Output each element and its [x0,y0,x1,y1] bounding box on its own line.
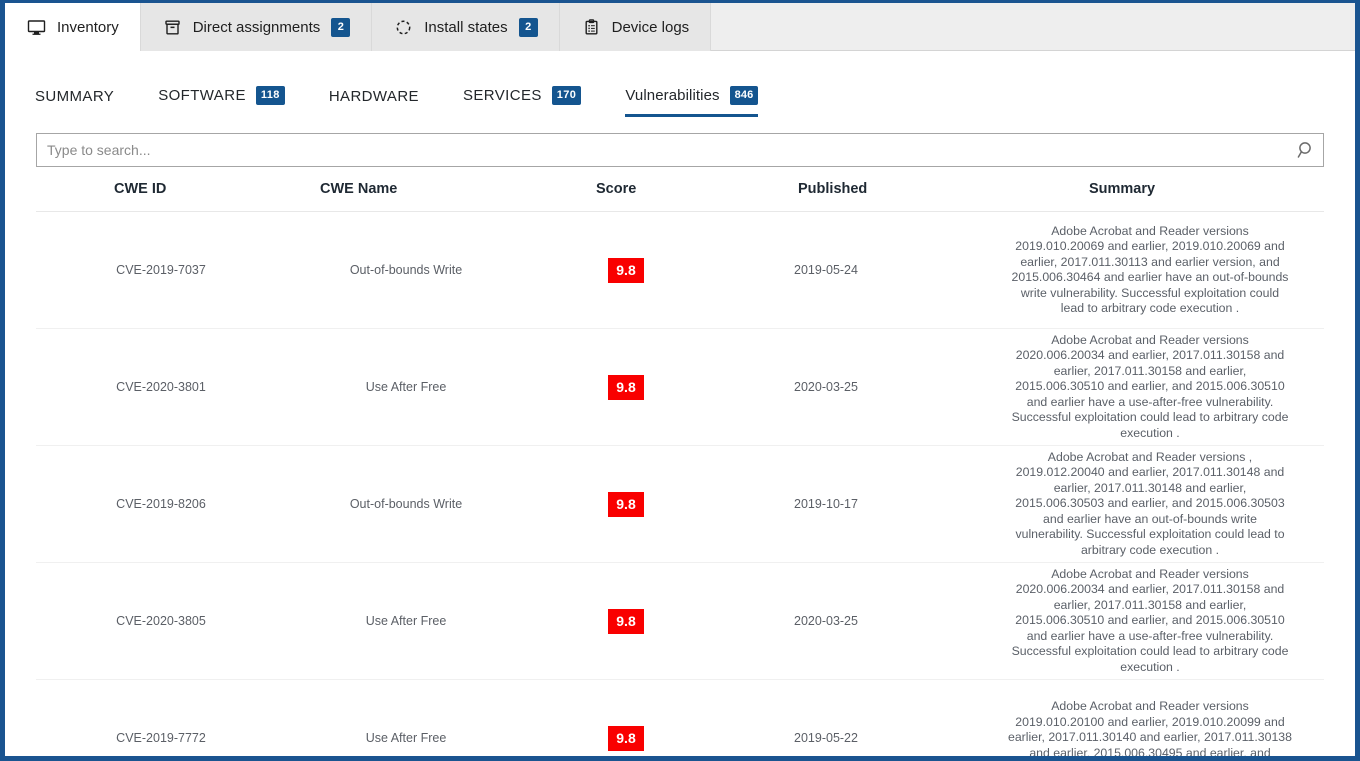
subtab-services[interactable]: SERVICES 170 [463,86,581,117]
subtab-hardware[interactable]: HARDWARE [329,88,419,117]
subtab-summary[interactable]: SUMMARY [35,88,114,117]
tab-install-states-label: Install states [424,19,507,36]
search-icon[interactable] [1289,134,1323,166]
app-window: Inventory Direct assignments 2 Install s… [0,0,1360,761]
score-badge: 9.8 [608,609,643,634]
cell-published: 2019-05-24 [726,263,926,277]
score-badge: 9.8 [608,492,643,517]
cell-cwe-id: CVE-2020-3805 [36,614,286,628]
cell-summary: Adobe Acrobat and Reader versions , 2019… [926,450,1324,559]
subtab-software-badge: 118 [256,86,285,105]
cell-summary: Adobe Acrobat and Reader versions 2019.0… [926,699,1324,761]
tab-inventory-label: Inventory [57,19,119,36]
subtab-vulnerabilities[interactable]: Vulnerabilities 846 [625,86,758,117]
column-header-cwe-name[interactable]: CWE Name [286,181,526,197]
score-badge: 9.8 [608,258,643,283]
column-header-score[interactable]: Score [526,181,726,197]
cell-cwe-id: CVE-2019-8206 [36,497,286,511]
cell-score: 9.8 [526,375,726,400]
tab-device-logs-label: Device logs [612,19,690,36]
clipboard-icon [582,18,601,37]
tab-install-states[interactable]: Install states 2 [372,3,559,51]
cell-cwe-name: Use After Free [286,731,526,745]
cell-cwe-id: CVE-2019-7037 [36,263,286,277]
tab-direct-assignments-badge: 2 [331,18,350,37]
table-row[interactable]: CVE-2020-3805 Use After Free 9.8 2020-03… [36,563,1324,680]
summary-text: Adobe Acrobat and Reader versions 2019.0… [1008,699,1318,761]
cell-published: 2020-03-25 [726,614,926,628]
tab-install-states-badge: 2 [519,18,538,37]
tab-direct-assignments-label: Direct assignments [193,19,321,36]
monitor-icon [27,18,46,37]
tab-inventory[interactable]: Inventory [5,3,141,51]
cell-published: 2019-10-17 [726,497,926,511]
cell-cwe-name: Use After Free [286,380,526,394]
top-tab-bar: Inventory Direct assignments 2 Install s… [5,3,1355,51]
cell-score: 9.8 [526,258,726,283]
column-header-published[interactable]: Published [726,181,926,197]
tab-bar-filler [711,3,1355,50]
score-badge: 9.8 [608,375,643,400]
summary-text: Adobe Acrobat and Reader versions , 2019… [1008,450,1318,559]
subtab-vulnerabilities-badge: 846 [730,86,759,105]
summary-text: Adobe Acrobat and Reader versions 2020.0… [1008,333,1318,442]
summary-text: Adobe Acrobat and Reader versions 2020.0… [1008,567,1318,676]
sub-tab-bar: SUMMARY SOFTWARE 118 HARDWARE SERVICES 1… [5,51,1355,117]
tab-direct-assignments[interactable]: Direct assignments 2 [141,3,373,51]
vulnerabilities-table: CWE ID CWE Name Score Published Summary … [36,167,1324,761]
cell-cwe-id: CVE-2020-3801 [36,380,286,394]
cell-summary: Adobe Acrobat and Reader versions 2020.0… [926,333,1324,442]
subtab-services-badge: 170 [552,86,582,105]
table-row[interactable]: CVE-2019-8206 Out-of-bounds Write 9.8 20… [36,446,1324,563]
cell-cwe-name: Out-of-bounds Write [286,497,526,511]
subtab-software-label: SOFTWARE [158,87,246,104]
column-header-summary[interactable]: Summary [926,181,1324,197]
tab-device-logs[interactable]: Device logs [560,3,712,51]
cell-cwe-id: CVE-2019-7772 [36,731,286,745]
subtab-vulnerabilities-label: Vulnerabilities [625,87,719,104]
summary-text: Adobe Acrobat and Reader versions 2019.0… [1008,224,1318,317]
cell-summary: Adobe Acrobat and Reader versions 2020.0… [926,567,1324,676]
cell-published: 2020-03-25 [726,380,926,394]
search-input[interactable] [37,134,1289,166]
search-bar[interactable] [36,133,1324,167]
table-row[interactable]: CVE-2020-3801 Use After Free 9.8 2020-03… [36,329,1324,446]
table-row[interactable]: CVE-2019-7037 Out-of-bounds Write 9.8 20… [36,212,1324,329]
cell-cwe-name: Use After Free [286,614,526,628]
subtab-software[interactable]: SOFTWARE 118 [158,86,285,117]
table-header-row: CWE ID CWE Name Score Published Summary [36,167,1324,212]
subtab-summary-label: SUMMARY [35,88,114,105]
cell-summary: Adobe Acrobat and Reader versions 2019.0… [926,224,1324,317]
column-header-cwe-id[interactable]: CWE ID [36,181,286,197]
table-row[interactable]: CVE-2019-7772 Use After Free 9.8 2019-05… [36,680,1324,761]
score-badge: 9.8 [608,726,643,751]
archive-box-icon [163,18,182,37]
cell-published: 2019-05-22 [726,731,926,745]
cell-score: 9.8 [526,609,726,634]
sync-circle-icon [394,18,413,37]
subtab-services-label: SERVICES [463,87,542,104]
cell-score: 9.8 [526,492,726,517]
subtab-hardware-label: HARDWARE [329,88,419,105]
cell-cwe-name: Out-of-bounds Write [286,263,526,277]
cell-score: 9.8 [526,726,726,751]
